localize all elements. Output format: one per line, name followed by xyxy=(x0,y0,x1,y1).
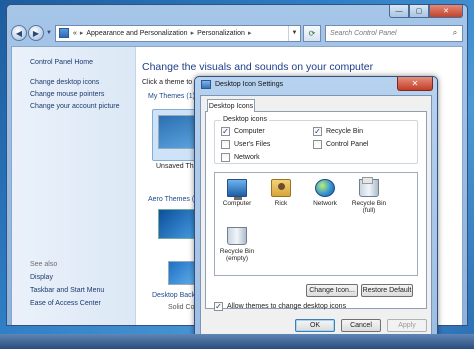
change-icon-button[interactable]: Change Icon... xyxy=(306,284,358,297)
unsaved-theme-label: Unsaved Th xyxy=(156,163,194,170)
dialog-close-button[interactable]: ✕ xyxy=(397,77,433,91)
icon-item-network[interactable]: Network xyxy=(307,179,343,207)
control-panel-icon xyxy=(58,28,69,38)
page-title: Change the visuals and sounds on your co… xyxy=(142,61,374,73)
breadcrumb-separator-icon: ▸ xyxy=(247,30,252,37)
icon-item-recycle-bin-empty[interactable]: Recycle Bin (empty) xyxy=(219,227,255,263)
icon-label: Computer xyxy=(222,200,252,207)
refresh-icon[interactable]: ⟳ xyxy=(303,24,321,42)
ease-of-access-link[interactable]: Ease of Access Center xyxy=(30,300,101,307)
address-bar-row: ◀ ▶ ▼ « ▸ Appearance and Personalization… xyxy=(11,23,463,43)
icon-label: Network xyxy=(313,200,337,207)
see-also-heading: See also xyxy=(30,261,58,268)
allow-themes-checkbox[interactable]: ✓ Allow themes to change desktop icons xyxy=(214,302,346,311)
change-account-picture-link[interactable]: Change your account picture xyxy=(30,103,120,110)
checkbox-box[interactable]: ✓ xyxy=(221,127,230,136)
desktop-icon-settings-dialog: Desktop Icon Settings ✕ Desktop Icons De… xyxy=(194,76,438,344)
checkbox-label: Recycle Bin xyxy=(326,128,363,135)
user-folder-icon xyxy=(271,179,291,197)
icon-label: Rick xyxy=(274,200,288,207)
breadcrumb-separator-icon: ▸ xyxy=(79,30,84,37)
cancel-button[interactable]: Cancel xyxy=(341,319,381,332)
page-subtitle: Click a theme to xyxy=(142,79,193,86)
checkbox-label: Control Panel xyxy=(326,141,369,148)
computer-icon xyxy=(227,179,247,200)
address-bar[interactable]: « ▸ Appearance and Personalization ▸ Per… xyxy=(54,24,301,42)
ok-button[interactable]: OK xyxy=(295,319,335,332)
icon-item-computer[interactable]: Computer xyxy=(219,179,255,207)
checkbox-label: User's Files xyxy=(234,141,271,148)
checkbox-box[interactable]: ✓ xyxy=(214,302,223,311)
maximize-button[interactable]: ▢ xyxy=(409,5,429,18)
control-panel-checkbox[interactable]: Control Panel xyxy=(313,140,368,149)
icon-item-user-folder[interactable]: Rick xyxy=(263,179,299,207)
dialog-title: Desktop Icon Settings xyxy=(215,81,284,88)
breadcrumb-personalization[interactable]: Personalization xyxy=(197,30,245,37)
checkbox-label: Network xyxy=(234,154,260,161)
taskbar xyxy=(0,334,474,349)
recycle-bin-full-icon xyxy=(359,177,379,197)
checkbox-box[interactable] xyxy=(313,140,322,149)
checkbox-box[interactable]: ✓ xyxy=(313,127,322,136)
dialog-app-icon xyxy=(201,80,211,89)
apply-button[interactable]: Apply xyxy=(387,319,427,332)
recent-pages-dropdown[interactable]: ▼ xyxy=(46,30,52,36)
breadcrumb-appearance[interactable]: Appearance and Personalization xyxy=(86,30,187,37)
computer-checkbox[interactable]: ✓ Computer xyxy=(221,127,265,136)
desktop-icons-group: Desktop icons ✓ Computer User's Files Ne… xyxy=(214,116,418,164)
change-desktop-icons-link[interactable]: Change desktop icons xyxy=(30,79,99,86)
recycle-bin-checkbox[interactable]: ✓ Recycle Bin xyxy=(313,127,363,136)
taskbar-start-menu-link[interactable]: Taskbar and Start Menu xyxy=(30,287,104,294)
checkbox-label: Allow themes to change desktop icons xyxy=(227,303,347,310)
dialog-title-bar: Desktop Icon Settings xyxy=(201,80,283,89)
tab-desktop-icons[interactable]: Desktop Icons xyxy=(207,99,255,112)
close-button[interactable]: ✕ xyxy=(429,5,463,18)
address-dropdown-icon[interactable]: ▼ xyxy=(288,25,300,41)
caption-buttons: — ▢ ✕ xyxy=(389,5,463,18)
icon-item-recycle-bin-full[interactable]: Recycle Bin (full) xyxy=(351,177,387,215)
back-button[interactable]: ◀ xyxy=(11,25,27,41)
search-input[interactable]: Search Control Panel ⌕ xyxy=(325,24,463,42)
breadcrumb-separator-icon: ▸ xyxy=(190,30,195,37)
my-themes-heading[interactable]: My Themes (1) xyxy=(148,93,195,100)
breadcrumb-prefix[interactable]: « xyxy=(73,30,77,37)
checkbox-box[interactable] xyxy=(221,140,230,149)
checkbox-box[interactable] xyxy=(221,153,230,162)
checkbox-label: Computer xyxy=(234,128,265,135)
forward-button[interactable]: ▶ xyxy=(28,25,44,41)
minimize-button[interactable]: — xyxy=(389,5,409,18)
network-checkbox[interactable]: Network xyxy=(221,153,260,162)
recycle-bin-empty-icon xyxy=(227,227,247,245)
icon-label: Recycle Bin (empty) xyxy=(219,248,255,263)
search-placeholder: Search Control Panel xyxy=(330,29,397,37)
users-files-checkbox[interactable]: User's Files xyxy=(221,140,270,149)
desktop-icon-list: Computer Rick Network Recycle Bin (full)… xyxy=(214,172,418,276)
group-label: Desktop icons xyxy=(221,116,269,123)
left-pane: Control Panel Home Change desktop icons … xyxy=(12,47,136,325)
desktop-icons-tab-panel: Desktop icons ✓ Computer User's Files Ne… xyxy=(205,111,427,311)
dialog-body: Desktop Icons Desktop icons ✓ Computer U… xyxy=(200,95,432,338)
change-mouse-pointers-link[interactable]: Change mouse pointers xyxy=(30,91,104,98)
network-icon xyxy=(315,179,335,197)
control-panel-home-link[interactable]: Control Panel Home xyxy=(30,59,93,66)
icon-label: Recycle Bin (full) xyxy=(351,200,387,215)
restore-default-button[interactable]: Restore Default xyxy=(361,284,413,297)
search-icon[interactable]: ⌕ xyxy=(448,28,462,38)
aero-themes-heading[interactable]: Aero Themes (6 xyxy=(148,196,198,203)
display-link[interactable]: Display xyxy=(30,274,53,281)
